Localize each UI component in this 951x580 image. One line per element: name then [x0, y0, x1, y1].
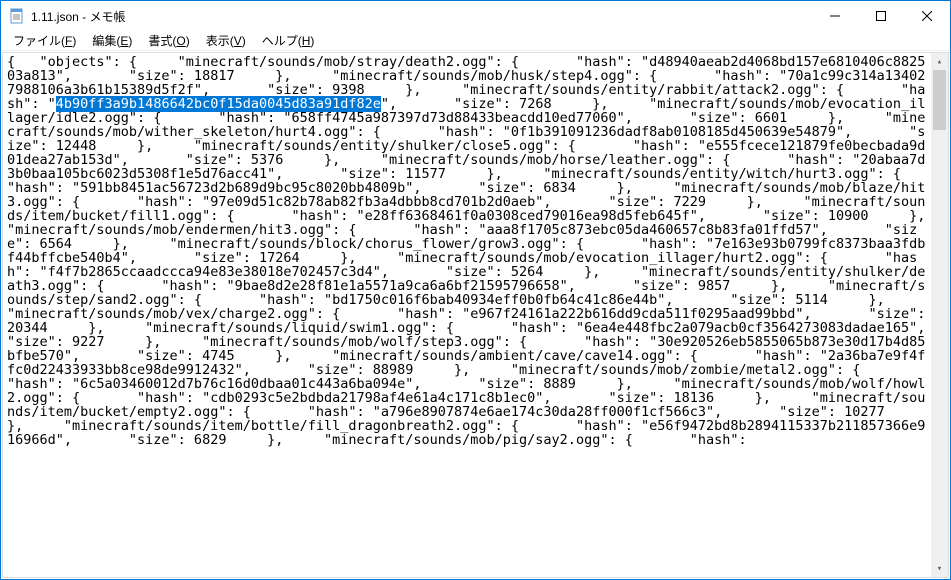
menu-help[interactable]: ヘルプ(H): [254, 30, 323, 51]
text-editor[interactable]: { "objects": { "minecraft/sounds/mob/str…: [3, 53, 931, 577]
notepad-window: 1.11.json - メモ帳 ファイル(F) 編集(E) 書式(O) 表示(V…: [0, 0, 951, 580]
maximize-button[interactable]: [858, 1, 904, 31]
close-button[interactable]: [904, 1, 950, 31]
scroll-up-arrow[interactable]: ▴: [931, 53, 948, 70]
window-title: 1.11.json - メモ帳: [31, 8, 812, 25]
menu-edit[interactable]: 編集(E): [84, 30, 140, 51]
minimize-button[interactable]: [812, 1, 858, 31]
notepad-icon: [9, 8, 25, 24]
menu-format[interactable]: 書式(O): [140, 30, 197, 51]
editor-wrap: { "objects": { "minecraft/sounds/mob/str…: [2, 52, 949, 578]
menu-file[interactable]: ファイル(F): [5, 30, 84, 51]
menubar: ファイル(F) 編集(E) 書式(O) 表示(V) ヘルプ(H): [1, 31, 950, 51]
titlebar[interactable]: 1.11.json - メモ帳: [1, 1, 950, 31]
text-after-selection: ", "size": 7268 }, "minecraft/sounds/mob…: [7, 96, 931, 448]
menu-view[interactable]: 表示(V): [198, 30, 254, 51]
scroll-down-arrow[interactable]: ▾: [931, 560, 948, 577]
scroll-thumb[interactable]: [933, 70, 946, 130]
window-controls: [812, 1, 950, 31]
vertical-scrollbar[interactable]: ▴ ▾: [931, 53, 948, 577]
